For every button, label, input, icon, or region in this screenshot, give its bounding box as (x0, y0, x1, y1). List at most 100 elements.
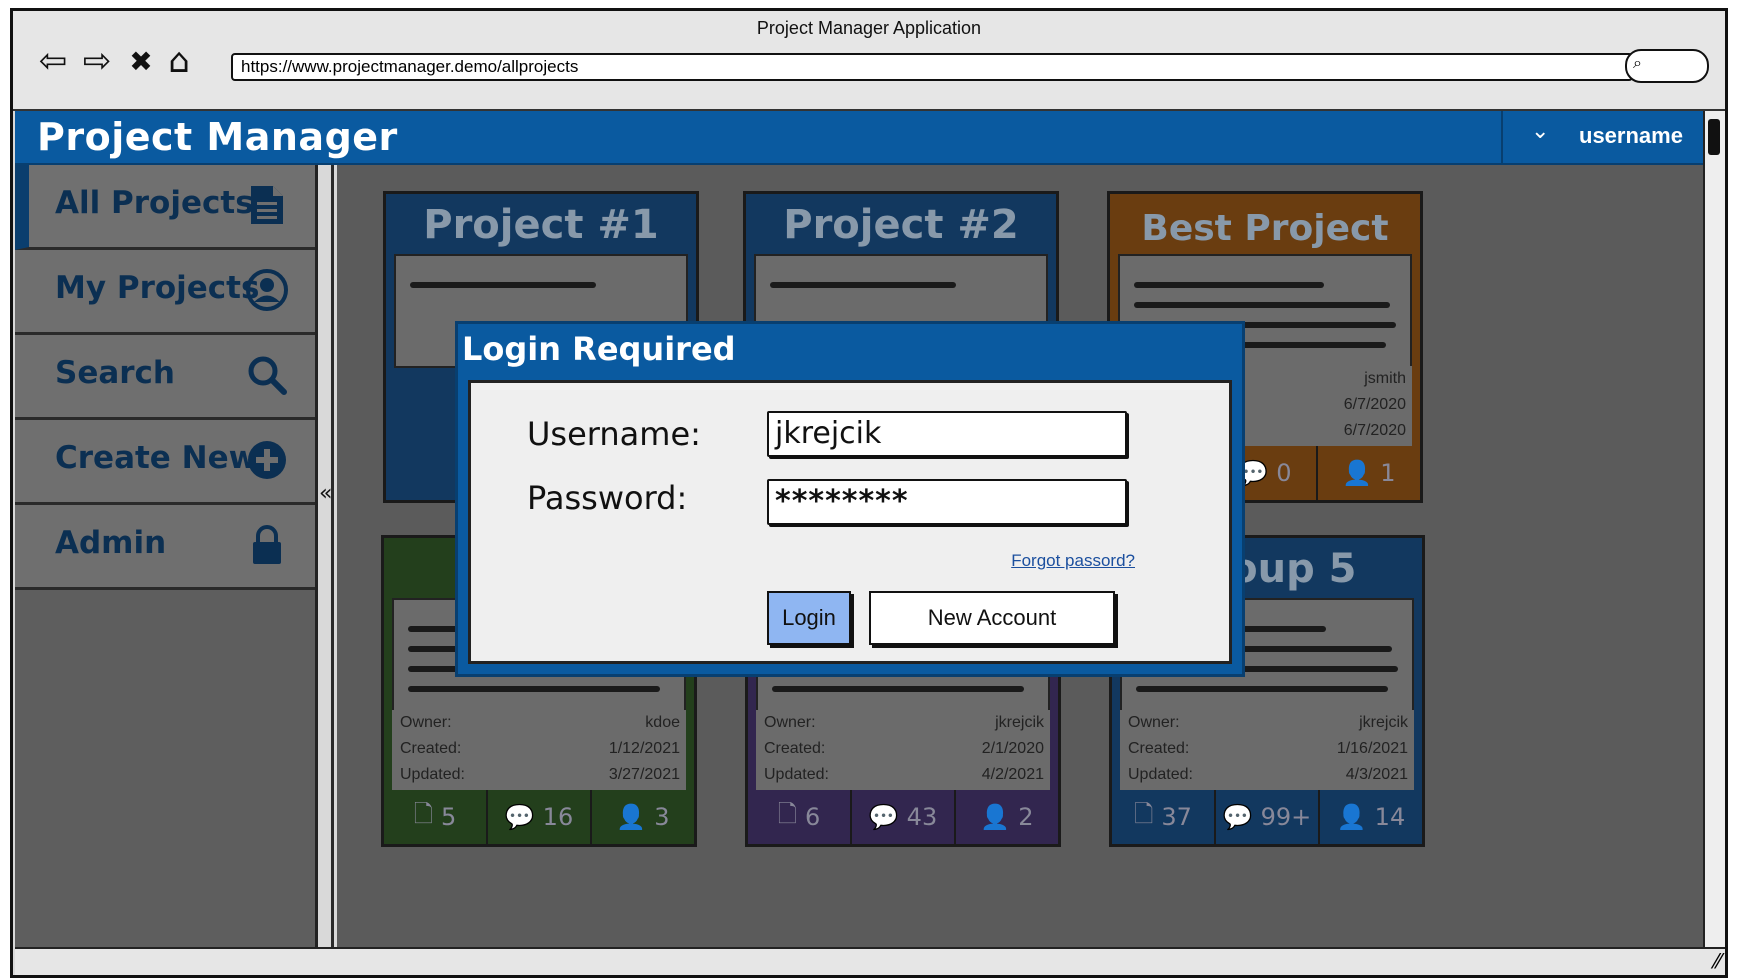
owner-value: jsmith (1364, 370, 1406, 387)
owner-value: jkrejcik (1359, 714, 1408, 731)
search-icon: ⌕ (1633, 53, 1642, 72)
collapse-sidebar-icon[interactable]: « (319, 481, 332, 506)
document-icon (245, 183, 289, 227)
updated-value: 4/2/2021 (981, 766, 1044, 783)
sidebar-item-all-projects[interactable]: All Projects (15, 165, 315, 250)
person-icon: 👤 (980, 803, 1011, 831)
file-icon: 🗋 (413, 799, 433, 828)
files-count: 6 (805, 803, 821, 831)
card-title: Project #2 (783, 202, 1019, 248)
created-value: 2/1/2020 (981, 740, 1044, 757)
browser-search-box[interactable]: ⌕ (1625, 49, 1709, 83)
card-stats: 🗋 37 💬 99+ 👤 14 (1112, 790, 1422, 844)
created-label: Created: (764, 740, 826, 757)
file-icon: 🗋 (1134, 799, 1154, 828)
card-meta: Owner: jkrejcik Created: 1/16/2021 Updated… (1120, 710, 1414, 790)
sidebar-item-label: My Projects (55, 270, 260, 306)
forgot-password-link[interactable]: Forgot passord? (1011, 551, 1135, 571)
members-stat[interactable]: 👤 2 (956, 790, 1058, 844)
created-label: Created: (400, 740, 462, 757)
sidebar-item-label: Search (55, 355, 176, 391)
lock-icon (245, 523, 289, 567)
members-count: 3 (654, 803, 670, 831)
home-icon[interactable]: ⌂ (159, 41, 199, 81)
file-icon: 🗋 (777, 799, 797, 828)
back-icon[interactable]: ⇦ (33, 41, 73, 81)
members-stat[interactable]: 👤 1 (1318, 446, 1420, 500)
comments-stat[interactable]: 💬 16 (488, 790, 592, 844)
comments-count: 99+ (1260, 803, 1312, 831)
login-button[interactable]: Login (767, 591, 851, 645)
owner-label: Owner: (1128, 714, 1180, 731)
password-field[interactable]: ******** (767, 479, 1127, 525)
updated-label: Updated: (764, 766, 829, 783)
members-count: 14 (1374, 803, 1406, 831)
sidebar-item-create-new[interactable]: Create New (15, 420, 315, 505)
created-value: 1/16/2021 (1336, 740, 1408, 757)
url-bar[interactable]: https://www.projectmanager.demo/allproje… (231, 53, 1633, 81)
resize-grip-icon[interactable]: ⁄⁄ (1714, 949, 1721, 973)
user-circle-icon (245, 268, 289, 312)
panel-splitter[interactable] (331, 165, 334, 947)
owner-value: jkrejcik (995, 714, 1044, 731)
card-meta: Owner: kdoe Created: 1/12/2021 Updated: 3/2… (392, 710, 686, 790)
plus-circle-icon (245, 438, 289, 482)
comments-stat[interactable]: 💬 99+ (1216, 790, 1320, 844)
sidebar-item-admin[interactable]: Admin (15, 505, 315, 590)
files-stat[interactable]: 🗋 37 (1112, 790, 1216, 844)
chevron-down-icon: ⌄ (1531, 119, 1550, 144)
files-count: 37 (1161, 803, 1192, 831)
updated-value: 3/27/2021 (608, 766, 680, 783)
username-label: username (1579, 123, 1683, 148)
sidebar-item-label: Admin (55, 525, 167, 561)
person-icon: 👤 (1336, 803, 1367, 831)
card-stats: 🗋 5 💬 16 👤 3 (384, 790, 694, 844)
login-dialog: Login Required Username: jkrejcik Passwo… (455, 321, 1245, 677)
user-menu[interactable]: ⌄ username (1501, 111, 1703, 163)
dialog-title: Login Required (462, 330, 736, 368)
comments-count: 16 (542, 803, 574, 831)
person-icon: 👤 (1342, 459, 1373, 487)
owner-label: Owner: (400, 714, 452, 731)
card-stats: 🗋 6 💬 43 👤 2 (748, 790, 1058, 844)
stop-icon[interactable]: ✖ (121, 41, 161, 81)
owner-value: kdoe (645, 714, 680, 731)
files-stat[interactable]: 🗋 6 (748, 790, 852, 844)
new-account-button[interactable]: New Account (869, 591, 1115, 645)
comments-stat[interactable]: 💬 43 (852, 790, 956, 844)
created-value: 6/7/2020 (1343, 396, 1406, 413)
comment-icon: 💬 (1222, 803, 1253, 831)
members-count: 2 (1018, 803, 1034, 831)
members-stat[interactable]: 👤 14 (1320, 790, 1422, 844)
comments-count: 43 (906, 803, 938, 831)
scrollbar-thumb[interactable] (1708, 119, 1720, 155)
vertical-scrollbar[interactable] (1703, 111, 1725, 947)
forward-icon[interactable]: ⇨ (77, 41, 117, 81)
owner-label: Owner: (764, 714, 816, 731)
browser-window: Project Manager Application ⇦ ⇨ ✖ ⌂ http… (10, 8, 1728, 978)
dialog-body: Username: jkrejcik Password: ******** Fo… (468, 380, 1232, 664)
app-header: Project Manager ⌄ username (15, 111, 1703, 165)
sidebar-item-my-projects[interactable]: My Projects (15, 250, 315, 335)
updated-value: 6/7/2020 (1343, 422, 1406, 439)
members-stat[interactable]: 👤 3 (592, 790, 694, 844)
username-label: Username: (527, 415, 701, 453)
browser-toolbar: Project Manager Application ⇦ ⇨ ✖ ⌂ http… (13, 11, 1725, 111)
search-icon (245, 353, 289, 397)
sidebar-item-label: Create New (55, 440, 258, 476)
username-field[interactable]: jkrejcik (767, 411, 1127, 457)
status-bar: ⁄⁄ (15, 947, 1725, 975)
files-count: 5 (441, 803, 457, 831)
created-label: Created: (1128, 740, 1190, 757)
app-title: Project Manager (37, 115, 398, 159)
person-icon: 👤 (616, 803, 647, 831)
created-value: 1/12/2021 (608, 740, 680, 757)
comment-icon: 💬 (504, 803, 535, 831)
sidebar-item-search[interactable]: Search (15, 335, 315, 420)
updated-label: Updated: (1128, 766, 1193, 783)
files-stat[interactable]: 🗋 5 (384, 790, 488, 844)
sidebar-item-label: All Projects (55, 185, 254, 221)
comment-icon: 💬 (868, 803, 899, 831)
members-count: 1 (1380, 459, 1396, 487)
window-title: Project Manager Application (756, 18, 982, 38)
